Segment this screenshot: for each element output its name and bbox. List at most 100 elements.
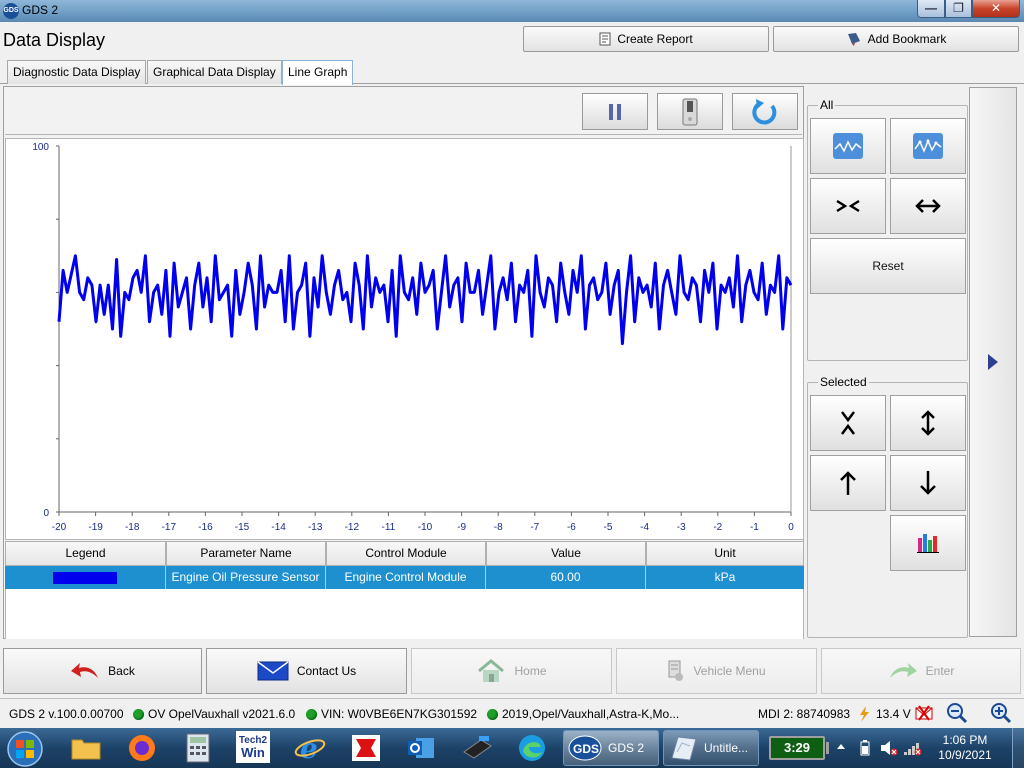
x-tick-label: -3 bbox=[677, 522, 686, 533]
control-module-cell: Engine Control Module bbox=[326, 566, 486, 589]
create-report-button[interactable]: Create Report bbox=[523, 26, 769, 52]
reset-button[interactable]: Reset bbox=[810, 238, 966, 294]
all-auto-scale-button[interactable] bbox=[810, 118, 886, 174]
network-icon[interactable] bbox=[903, 740, 923, 756]
selected-move-up-button[interactable] bbox=[810, 455, 886, 511]
column-header-control-module: Control Module bbox=[326, 541, 486, 566]
back-arrow-icon bbox=[71, 663, 99, 678]
tab-graphical-data-display[interactable]: Graphical Data Display bbox=[147, 60, 282, 84]
selected-compress-vertical-button[interactable] bbox=[810, 395, 886, 451]
internet-explorer-icon[interactable]: e bbox=[292, 731, 328, 765]
vehicle-menu-icon bbox=[668, 660, 684, 681]
x-tick-label: -7 bbox=[530, 522, 539, 533]
bookmark-icon bbox=[847, 33, 860, 46]
table-row[interactable]: Engine Oil Pressure Sensor Engine Contro… bbox=[5, 566, 804, 589]
calculator-icon[interactable] bbox=[180, 731, 216, 765]
x-tick-label: -14 bbox=[271, 522, 286, 533]
file-explorer-icon[interactable] bbox=[68, 731, 104, 765]
x-tick-label: -15 bbox=[235, 522, 250, 533]
x-tick-label: -16 bbox=[198, 522, 213, 533]
contact-us-button[interactable]: Contact Us bbox=[206, 648, 407, 694]
tech2win-icon[interactable]: Tech2 Win bbox=[236, 731, 270, 763]
mail-alert-icon[interactable] bbox=[915, 704, 933, 722]
red-app-icon[interactable] bbox=[348, 731, 384, 765]
vehicle-menu-button[interactable]: Vehicle Menu bbox=[616, 648, 817, 694]
selected-expand-vertical-button[interactable] bbox=[890, 395, 966, 451]
x-tick-label: -20 bbox=[52, 522, 67, 533]
add-bookmark-label: Add Bookmark bbox=[867, 32, 947, 46]
pause-button[interactable] bbox=[582, 93, 648, 130]
outlook-icon[interactable] bbox=[403, 731, 439, 765]
refresh-icon bbox=[752, 98, 777, 124]
page-title: Data Display bbox=[3, 30, 106, 50]
system-clock[interactable]: 1:06 PM 10/9/2021 bbox=[930, 733, 1000, 763]
legend-cell bbox=[5, 566, 166, 589]
lightning-icon bbox=[860, 706, 869, 722]
x-tick-label: -5 bbox=[604, 522, 613, 533]
parameter-table: Legend Parameter Name Control Module Val… bbox=[5, 541, 804, 589]
column-header-parameter-name: Parameter Name bbox=[166, 541, 326, 566]
x-tick-label: -9 bbox=[457, 522, 466, 533]
back-button[interactable]: Back bbox=[3, 648, 202, 694]
start-button-icon[interactable] bbox=[5, 730, 45, 768]
gds-app-icon: GDS bbox=[3, 3, 19, 19]
database-status: OV OpelVauxhall v2021.6.0 bbox=[133, 707, 295, 721]
unit-cell: kPa bbox=[714, 570, 736, 584]
enter-button[interactable]: Enter bbox=[821, 648, 1021, 694]
window-title: GDS 2 bbox=[22, 3, 59, 17]
enter-arrow-icon bbox=[889, 663, 917, 678]
legend-swatch bbox=[53, 571, 117, 584]
series-line-engine-oil-pressure bbox=[57, 254, 793, 346]
selected-bar-chart-button[interactable] bbox=[890, 515, 966, 571]
record-toggle-button[interactable] bbox=[657, 93, 723, 130]
zoom-in-icon[interactable] bbox=[990, 702, 1012, 724]
x-tick-label: -1 bbox=[750, 522, 759, 533]
refresh-button[interactable] bbox=[732, 93, 798, 130]
mdi-text: MDI 2: 88740983 bbox=[758, 707, 851, 721]
x-tick-label: -4 bbox=[640, 522, 649, 533]
minimize-button[interactable]: — bbox=[917, 0, 945, 18]
mdi-manager-icon[interactable] bbox=[459, 731, 495, 765]
edge-icon[interactable] bbox=[514, 731, 550, 765]
arrow-up-icon bbox=[840, 471, 856, 495]
compress-vertical-icon bbox=[841, 411, 855, 435]
firefox-icon[interactable] bbox=[124, 731, 160, 765]
x-tick-label: -19 bbox=[88, 522, 103, 533]
battery-widget[interactable]: 3:29 bbox=[769, 736, 825, 760]
table-header-row: Legend Parameter Name Control Module Val… bbox=[5, 541, 804, 566]
taskbar-gds2[interactable]: GDS GDS 2 bbox=[563, 730, 659, 766]
play-right-icon bbox=[988, 354, 998, 370]
show-desktop-button[interactable] bbox=[1012, 728, 1024, 768]
all-group-label: All bbox=[818, 98, 836, 112]
x-tick-label: -10 bbox=[418, 522, 433, 533]
zoom-out-icon[interactable] bbox=[946, 702, 968, 724]
create-report-label: Create Report bbox=[617, 32, 693, 46]
all-show-points-button[interactable] bbox=[890, 118, 966, 174]
database-status-dot bbox=[133, 709, 144, 721]
selected-move-down-button[interactable] bbox=[890, 455, 966, 511]
x-tick-label: -6 bbox=[567, 522, 576, 533]
selected-group-label: Selected bbox=[818, 375, 869, 389]
taskbar-untitled[interactable]: Untitle... bbox=[663, 730, 759, 766]
record-switch-icon bbox=[682, 98, 698, 125]
tab-diagnostic-data-display[interactable]: Diagnostic Data Display bbox=[7, 60, 147, 84]
y-tick-label: 100 bbox=[32, 142, 49, 153]
vehicle-status: 2019,Opel/Vauxhall,Astra-K,Mo... bbox=[487, 707, 679, 721]
volume-muted-icon[interactable] bbox=[880, 740, 898, 756]
side-panel-expand-tab[interactable] bbox=[969, 87, 1017, 637]
maximize-button[interactable]: ❐ bbox=[945, 0, 972, 18]
add-bookmark-button[interactable]: Add Bookmark bbox=[773, 26, 1019, 52]
compress-horizontal-icon bbox=[836, 199, 860, 213]
show-hidden-icons-icon[interactable] bbox=[836, 742, 846, 752]
home-button[interactable]: Home bbox=[411, 648, 612, 694]
clock-time: 1:06 PM bbox=[942, 733, 988, 747]
close-button[interactable]: ✕ bbox=[972, 0, 1020, 18]
contact-us-label: Contact Us bbox=[296, 664, 357, 678]
plot-area: 100 0 -20 -19 -18 -17 -16 -15 -14 -13 -12 -11 -10 -9-… bbox=[5, 138, 804, 540]
battery-tray-icon[interactable] bbox=[860, 740, 870, 756]
all-zoom-in-horizontal-button[interactable] bbox=[810, 178, 886, 234]
vehicle-menu-label: Vehicle Menu bbox=[693, 664, 766, 678]
all-zoom-out-horizontal-button[interactable] bbox=[890, 178, 966, 234]
battery-tip bbox=[826, 742, 829, 754]
tab-line-graph[interactable]: Line Graph bbox=[282, 60, 354, 85]
